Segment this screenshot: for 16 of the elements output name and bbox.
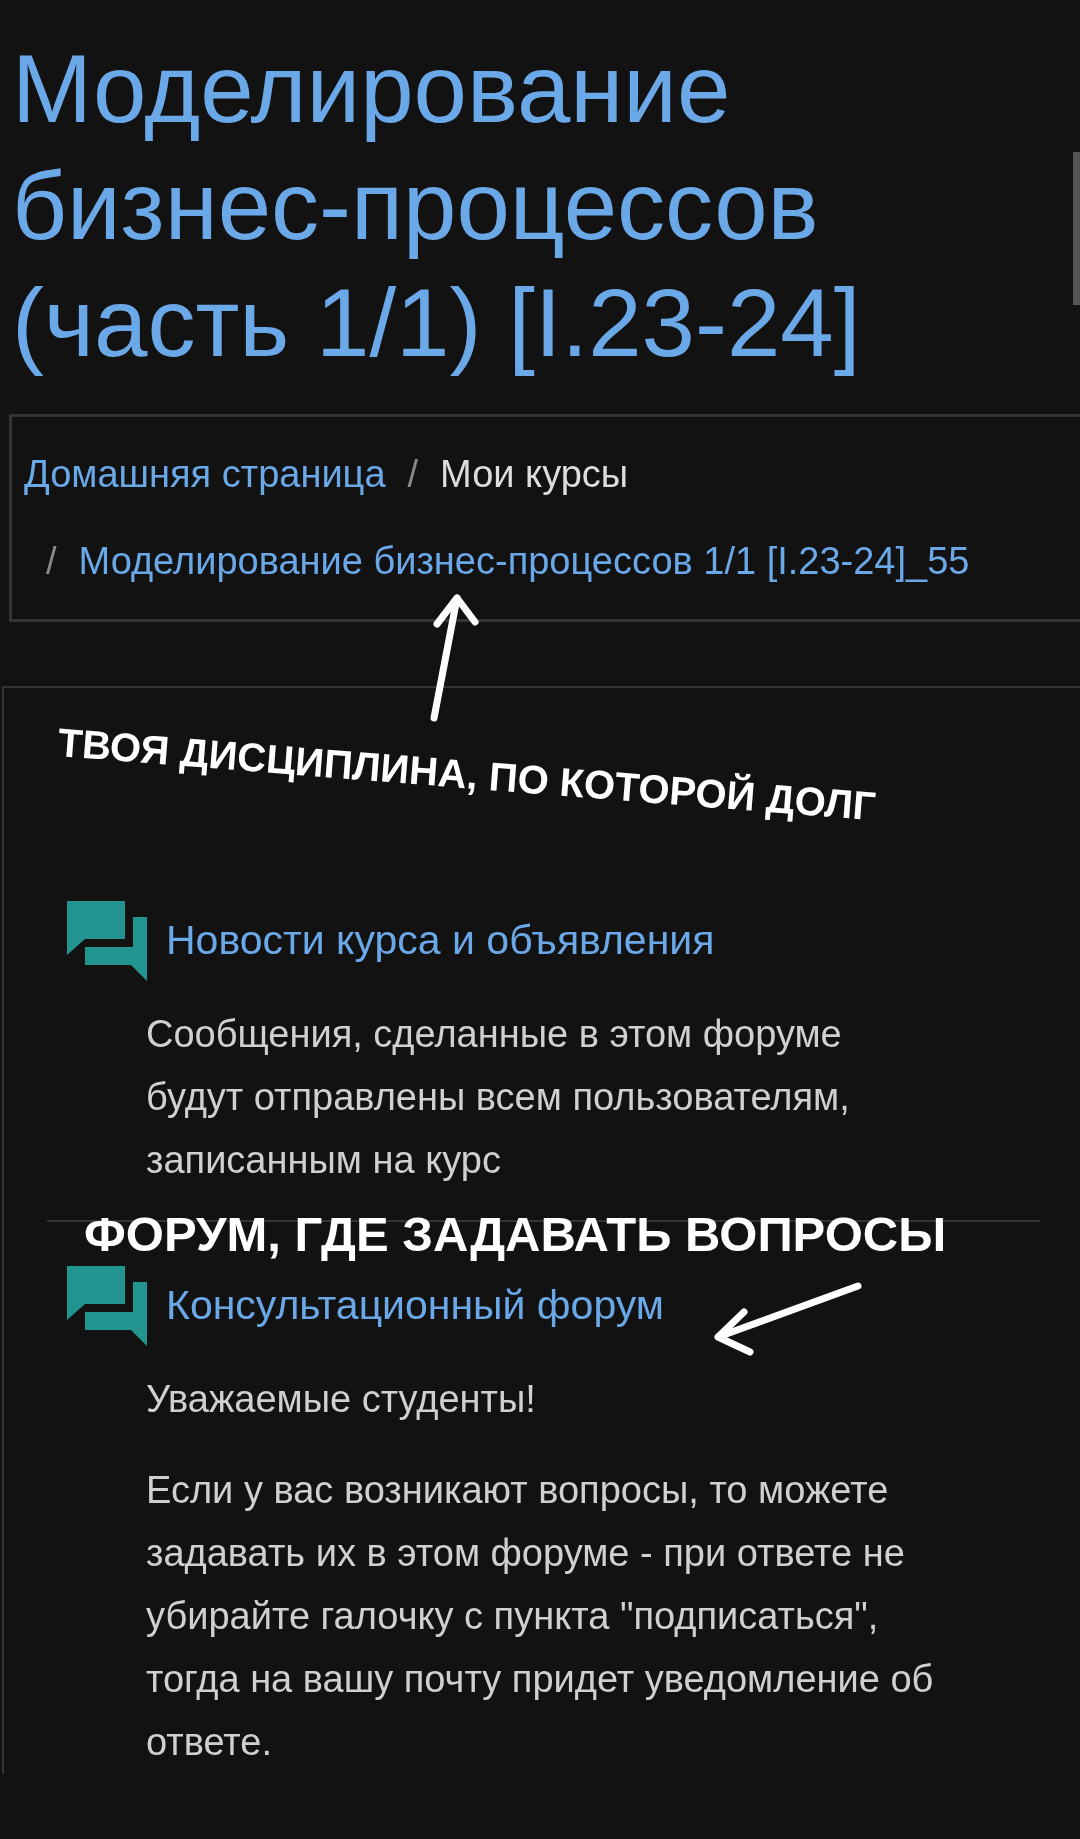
breadcrumb-separator: / (406, 452, 420, 497)
forum-link[interactable]: Новости курса и объявления (166, 910, 715, 972)
annotation-text: ФОРУМ, ГДЕ ЗАДАВАТЬ ВОПРОСЫ (84, 1206, 947, 1263)
breadcrumb-link[interactable]: Домашняя страница (24, 431, 386, 518)
forum-description: Если у вас возникают вопросы, то можете задавать их в этом форуме - при ответе не убирайте галочку с пункта "подписаться", тогда на вашу почту придет уведомление об ответе. (146, 1468, 935, 1765)
breadcrumb-separator: / (45, 539, 58, 584)
chat-bubbles-icon (67, 901, 147, 981)
chat-bubbles-icon (67, 1266, 147, 1346)
forum-link[interactable]: Консультационный форум (166, 1275, 664, 1337)
page-title: Моделирование бизнес-процессов (часть 1/1) [I.23-24] (11, 34, 862, 378)
breadcrumb-link[interactable]: Моделирование бизнес-процессов 1/1 [I.23-24]_55 (78, 518, 970, 605)
annotation-text: ТВОЯ ДИСЦИПЛИНА, ПО КОТОРОЙ ДОЛГ (55, 719, 878, 831)
scrollbar[interactable] (1073, 152, 1080, 305)
breadcrumb-current: Мои курсы (440, 452, 629, 497)
forum-description: Сообщения, сделанные в этом форуме будут отправлены всем пользователям, записанным на курс (146, 1012, 851, 1183)
forum-description: Уважаемые студенты! (146, 1377, 537, 1422)
